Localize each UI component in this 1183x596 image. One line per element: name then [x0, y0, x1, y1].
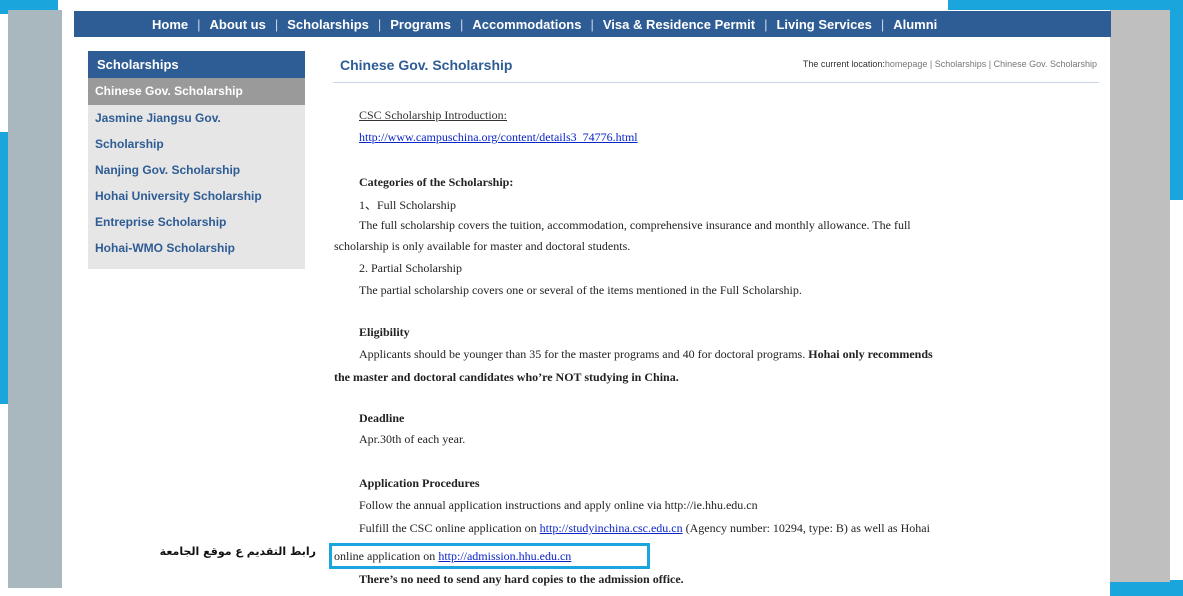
partial-scholarship-desc: The partial scholarship covers one or se…	[359, 283, 802, 297]
nav-alumni[interactable]: Alumni	[893, 17, 937, 32]
procedures-heading: Application Procedures	[359, 476, 480, 490]
sidebar: Scholarships Chinese Gov. Scholarship Ja…	[88, 51, 305, 269]
nav-visa-residence-permit[interactable]: Visa & Residence Permit	[603, 17, 755, 32]
deadline-text: Apr.30th of each year.	[359, 432, 466, 446]
nav-separator: |	[590, 16, 594, 32]
eligibility-heading: Eligibility	[359, 325, 410, 339]
csc-intro-link[interactable]: http://www.campuschina.org/content/detai…	[359, 130, 638, 145]
nav-separator: |	[459, 16, 464, 32]
nav-about-us[interactable]: About us	[210, 17, 266, 32]
nav-accommodations[interactable]: Accommodations	[472, 17, 581, 32]
eligibility-age-text: Applicants should be younger than 35 for…	[359, 347, 806, 361]
arabic-annotation: رابط التقديم ع موقع الجامعة	[159, 545, 316, 558]
procedures-step-2-text: Fulfill the CSC online application on	[359, 521, 537, 535]
csc-application-link[interactable]: http://studyinchina.csc.edu.cn	[540, 521, 683, 535]
eligibility-text-cont: the master and doctoral candidates who’r…	[334, 370, 679, 384]
nav-scholarships[interactable]: Scholarships	[287, 17, 369, 32]
breadcrumb-prefix: The current location:	[802, 59, 885, 69]
sidebar-item-hohai-wmo-scholarship[interactable]: Hohai-WMO Scholarship	[88, 235, 305, 261]
sidebar-item-hohai-university-scholarship[interactable]: Hohai University Scholarship	[88, 183, 305, 209]
sidebar-item-jasmine-jiangsu-gov-scholarship[interactable]: Jasmine Jiangsu Gov. Scholarship	[88, 105, 258, 157]
breadcrumb-path[interactable]: homepage | Scholarships | Chinese Gov. S…	[885, 59, 1097, 69]
full-scholarship-title: 1、Full Scholarship	[359, 198, 457, 212]
nav-living-services[interactable]: Living Services	[776, 17, 871, 32]
sidebar-item-chinese-gov-scholarship[interactable]: Chinese Gov. Scholarship	[88, 78, 305, 105]
eligibility-text: Applicants should be younger than 35 for…	[359, 347, 933, 362]
nav-separator: |	[274, 16, 279, 32]
nav-programs[interactable]: Programs	[390, 17, 451, 32]
full-scholarship-desc-cont: scholarship is only available for master…	[334, 239, 631, 253]
no-hard-copies-note: There’s no need to send any hard copies …	[359, 572, 684, 586]
deadline-heading: Deadline	[359, 411, 405, 425]
sidebar-item-nanjing-gov-scholarship[interactable]: Nanjing Gov. Scholarship	[88, 157, 305, 183]
breadcrumb: The current location:homepage | Scholars…	[803, 59, 1097, 69]
procedures-step-2: Fulfill the CSC online application on ht…	[359, 521, 930, 536]
categories-heading: Categories of the Scholarship:	[359, 175, 514, 189]
procedures-step-1: Follow the annual application instructio…	[359, 498, 758, 512]
intro-heading: CSC Scholarship Introduction:	[359, 108, 507, 122]
top-navigation: Home | About us | Scholarships | Program…	[74, 11, 1111, 37]
nav-separator: |	[377, 16, 382, 32]
eligibility-recommend-bold: Hohai only recommends	[808, 347, 933, 361]
nav-separator: |	[764, 16, 768, 32]
nav-separator: |	[880, 16, 885, 32]
title-divider	[333, 82, 1099, 83]
procedures-step-2-suffix: (Agency number: 10294, type: B) as well …	[685, 521, 930, 535]
nav-separator: |	[197, 16, 201, 32]
decor-gray-frame	[1110, 10, 1170, 582]
nav-home[interactable]: Home	[152, 17, 188, 32]
highlight-box	[329, 543, 650, 569]
sidebar-item-entreprise-scholarship[interactable]: Entreprise Scholarship	[88, 209, 305, 235]
sidebar-header: Scholarships	[88, 51, 305, 78]
full-scholarship-desc: The full scholarship covers the tuition,…	[359, 218, 911, 232]
decor-gray-frame	[8, 10, 62, 588]
partial-scholarship-title: 2. Partial Scholarship	[359, 261, 462, 275]
page-title: Chinese Gov. Scholarship	[340, 57, 513, 73]
